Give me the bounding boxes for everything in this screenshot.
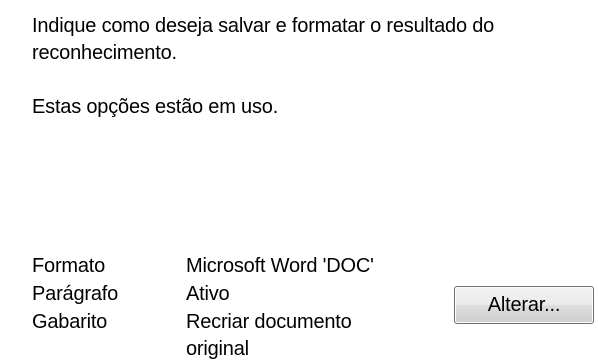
format-value: Microsoft Word 'DOC' — [186, 255, 374, 277]
instruction-text: Indique como deseja salvar e formatar o … — [32, 15, 495, 64]
layout-label: Gabarito — [32, 311, 108, 333]
paragraph-value: Ativo — [186, 283, 230, 305]
paragraph-label: Parágrafo — [32, 283, 119, 305]
format-label: Formato — [32, 255, 106, 277]
change-button[interactable]: Alterar... — [454, 286, 594, 324]
layout-value: Recriar documento original — [186, 311, 352, 360]
status-text: Estas opções estão em uso. — [32, 96, 279, 118]
